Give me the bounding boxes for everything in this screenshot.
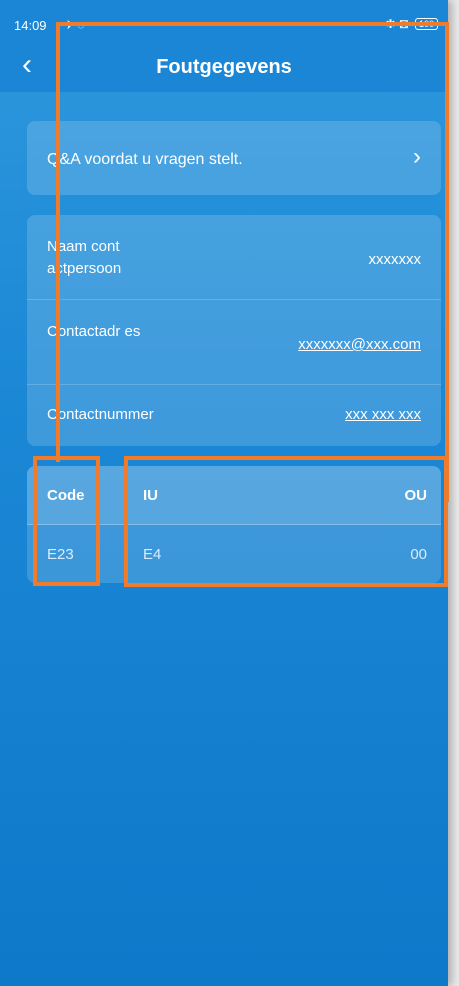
callout-line: [445, 22, 449, 502]
status-time: 14:09: [14, 18, 47, 33]
code-highlight-box: [33, 456, 100, 586]
callout-frame: [56, 22, 449, 462]
iu-ou-highlight-box: [124, 456, 448, 587]
